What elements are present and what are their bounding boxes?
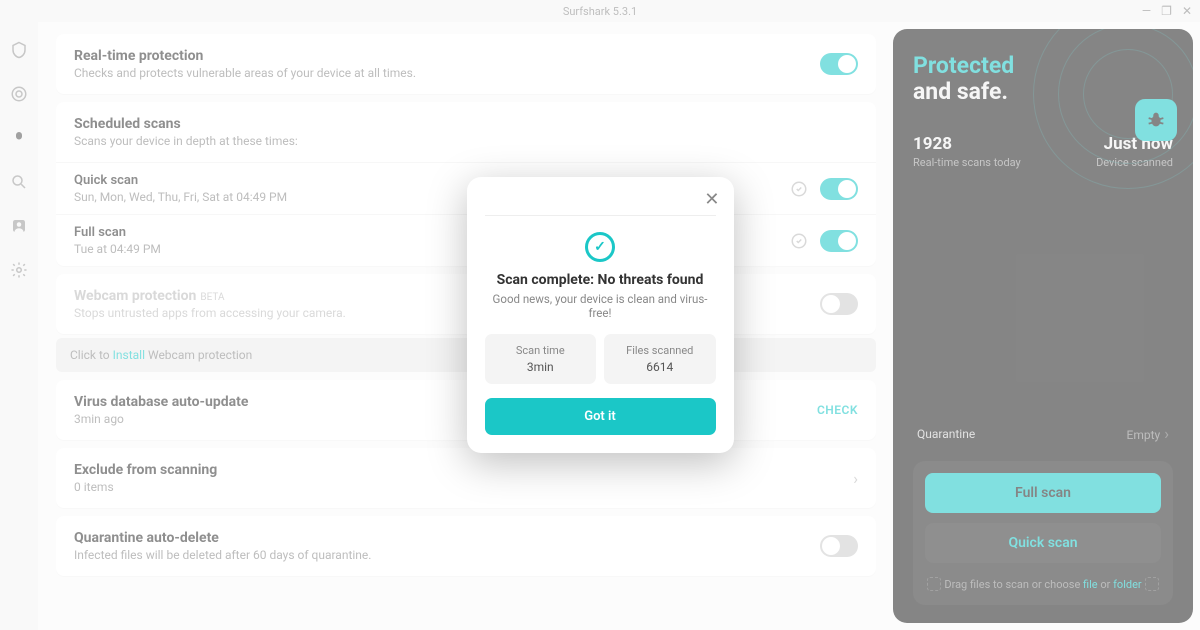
scan-time-stat: Scan time 3min [485, 334, 597, 384]
stat-value: 3min [489, 360, 593, 374]
modal-sub: Good news, your device is clean and viru… [485, 292, 716, 320]
stat-label: Scan time [489, 344, 593, 357]
got-it-button[interactable]: Got it [485, 398, 716, 435]
modal-overlay[interactable]: ✕ ✓ Scan complete: No threats found Good… [0, 0, 1200, 630]
modal-close-icon[interactable]: ✕ [704, 189, 719, 210]
stat-value: 6614 [608, 360, 712, 374]
check-circle-icon: ✓ [585, 232, 615, 262]
files-scanned-stat: Files scanned 6614 [604, 334, 716, 384]
stat-label: Files scanned [608, 344, 712, 357]
scan-complete-modal: ✕ ✓ Scan complete: No threats found Good… [467, 177, 734, 453]
modal-title: Scan complete: No threats found [485, 272, 716, 288]
